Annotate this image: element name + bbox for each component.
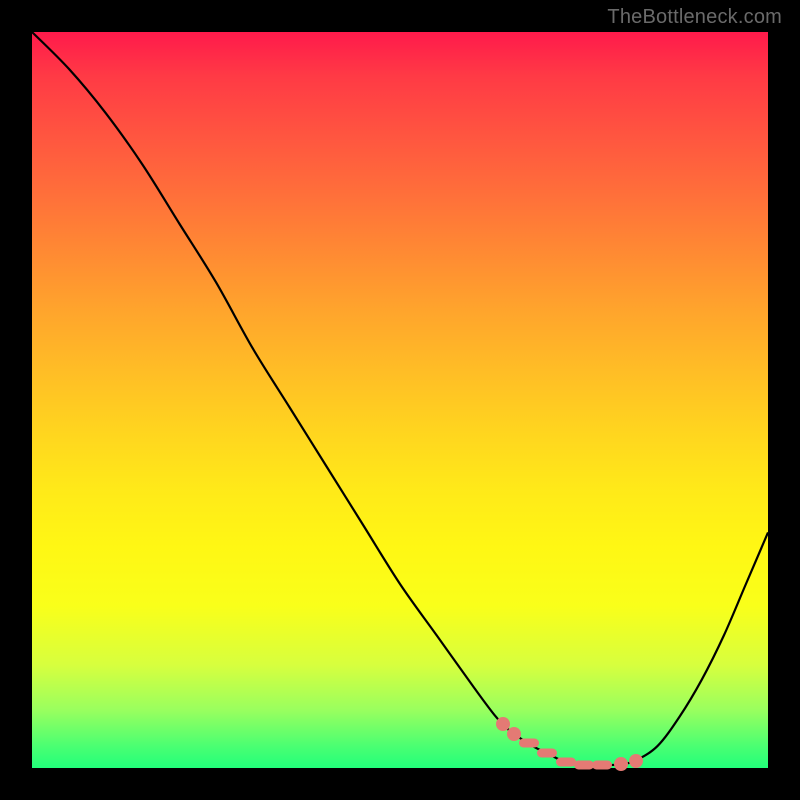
highlight-marker: [507, 727, 521, 741]
highlight-marker: [592, 761, 612, 770]
highlight-marker: [614, 757, 628, 771]
chart-stage: TheBottleneck.com: [0, 0, 800, 800]
highlight-marker: [556, 757, 576, 766]
highlight-marker: [519, 739, 539, 748]
watermark-text: TheBottleneck.com: [607, 6, 782, 29]
highlight-markers: [32, 32, 768, 768]
plot-area: [32, 32, 768, 768]
highlight-marker: [574, 760, 594, 769]
highlight-marker: [537, 749, 557, 758]
highlight-marker: [629, 754, 643, 768]
